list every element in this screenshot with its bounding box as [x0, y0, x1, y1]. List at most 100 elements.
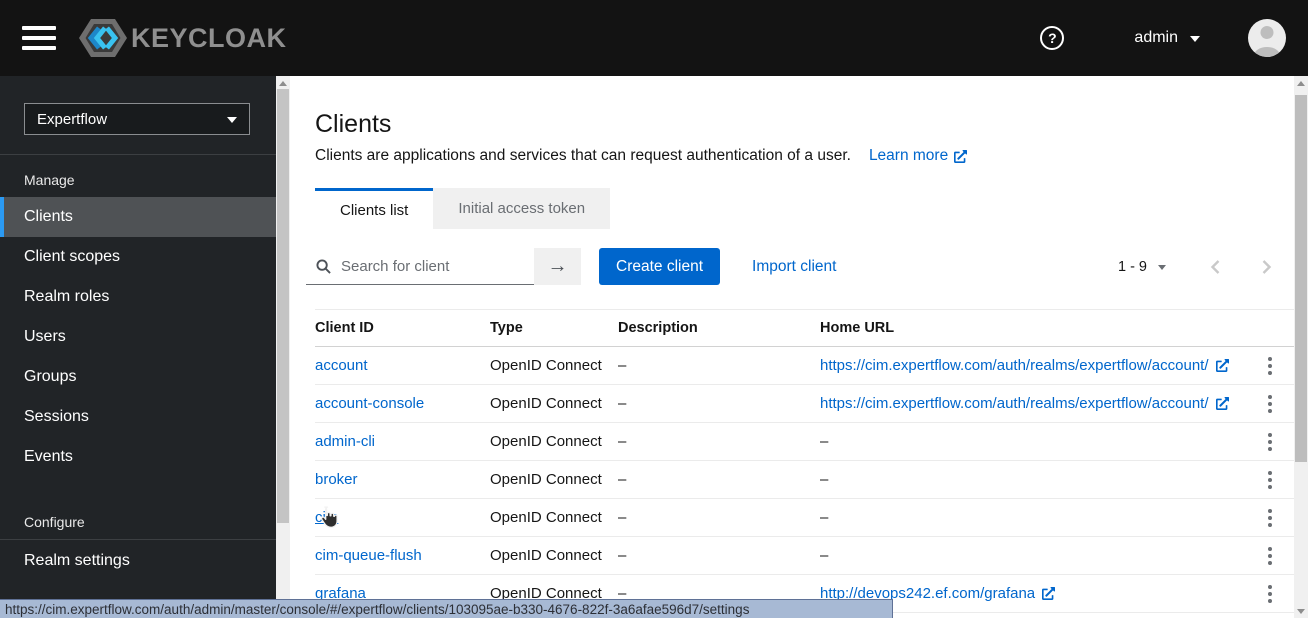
brand-text: KEYCLOAK [131, 22, 287, 53]
help-icon[interactable]: ? [1040, 26, 1065, 50]
sidebar-item-client-scopes[interactable]: Client scopes [0, 237, 276, 277]
client-id-link[interactable]: cim-queue-flush [315, 547, 422, 564]
table-row-cim-queue-flush: cim-queue-flush OpenID Connect – – [315, 537, 1294, 575]
table-row-account-console: account-console OpenID Connect – https:/… [315, 385, 1294, 423]
nav-section-manage: Manage Clients Client scopes Realm roles Us… [0, 155, 276, 477]
page-scrollbar-thumb[interactable] [1295, 95, 1307, 462]
realm-selector-value: Expertflow [37, 110, 108, 128]
client-type: OpenID Connect [490, 357, 602, 374]
pagination-prev-button[interactable] [1210, 259, 1221, 275]
table-row-cim: cim OpenID Connect – – [315, 499, 1294, 537]
sidebar-item-sessions[interactable]: Sessions [0, 397, 276, 437]
create-client-button[interactable]: Create client [599, 248, 721, 285]
table-row-broker: broker OpenID Connect – – [315, 461, 1294, 499]
external-link-icon [1215, 397, 1229, 410]
search-group: → [306, 248, 581, 285]
search-submit-button[interactable]: → [534, 248, 581, 285]
client-type: OpenID Connect [490, 509, 602, 526]
import-client-link[interactable]: Import client [752, 258, 836, 276]
user-menu-caret-icon[interactable] [1190, 35, 1200, 47]
user-menu-label[interactable]: admin [1134, 29, 1178, 47]
client-home-url: https://cim.expertflow.com/auth/realms/e… [820, 395, 1246, 412]
client-home-url: https://cim.expertflow.com/auth/realms/e… [820, 357, 1246, 374]
pagination-range-dropdown[interactable]: 1 - 9 [1118, 259, 1166, 275]
toolbar: → Create client Import client 1 - 9 [306, 248, 1294, 285]
scroll-down-icon[interactable] [1297, 609, 1305, 614]
sidebar-scrollbar-thumb[interactable] [277, 89, 289, 523]
scroll-up-icon[interactable] [1297, 81, 1305, 86]
external-link-icon [1215, 359, 1229, 372]
column-description: Description [618, 320, 698, 336]
home-url-link: – [820, 547, 829, 564]
sidebar: Expertflow Manage Clients Client scopes Re… [0, 76, 276, 618]
sidebar-divider [0, 539, 276, 540]
page-description: Clients are applications and services th… [315, 147, 851, 164]
pagination: 1 - 9 [1118, 259, 1272, 275]
page-scrollbar[interactable] [1294, 76, 1308, 618]
kebab-menu-button[interactable] [1260, 580, 1280, 608]
column-client-id: Client ID [315, 320, 374, 336]
status-bar-url: https://cim.expertflow.com/auth/admin/ma… [5, 601, 750, 617]
client-type: OpenID Connect [490, 433, 602, 450]
page-title: Clients [315, 110, 392, 138]
client-description: – [618, 395, 627, 412]
pagination-range-label: 1 - 9 [1117, 258, 1147, 275]
clients-table: Client ID Type Description Home URL acco… [315, 309, 1294, 613]
column-home-url: Home URL [820, 320, 895, 336]
keycloak-admin-console: KEYCLOAK ? admin Expertflow Manage Clien… [0, 0, 1308, 618]
client-description: – [618, 433, 627, 450]
client-id-link[interactable]: account [315, 357, 368, 374]
realm-selector-caret-icon [227, 116, 237, 128]
sidebar-item-clients[interactable]: Clients [0, 197, 276, 237]
client-id-link[interactable]: account-console [315, 395, 424, 412]
search-input[interactable] [339, 256, 524, 276]
realm-selector[interactable]: Expertflow [24, 103, 250, 135]
client-description: – [618, 547, 627, 564]
table-header: Client ID Type Description Home URL [315, 310, 1294, 347]
sidebar-item-users[interactable]: Users [0, 317, 276, 357]
kebab-menu-button[interactable] [1260, 466, 1280, 494]
masthead: KEYCLOAK ? admin [0, 0, 1308, 76]
pagination-next-button[interactable] [1261, 259, 1272, 275]
column-type: Type [490, 320, 523, 336]
keycloak-logo: KEYCLOAK [78, 16, 287, 60]
kebab-menu-button[interactable] [1260, 504, 1280, 532]
client-home-url: – [820, 547, 1246, 564]
table-row-account: account OpenID Connect – https://cim.exp… [315, 347, 1294, 385]
client-description: – [618, 471, 627, 488]
client-type: OpenID Connect [490, 395, 602, 412]
kebab-menu-button[interactable] [1260, 428, 1280, 456]
sidebar-item-events[interactable]: Events [0, 437, 276, 477]
home-url-link[interactable]: https://cim.expertflow.com/auth/realms/e… [820, 395, 1209, 412]
avatar[interactable] [1248, 19, 1286, 57]
home-url-link[interactable]: https://cim.expertflow.com/auth/realms/e… [820, 357, 1209, 374]
client-type: OpenID Connect [490, 547, 602, 564]
client-id-link[interactable]: cim [315, 509, 338, 526]
pagination-caret-icon [1158, 265, 1166, 274]
sidebar-item-realm-roles[interactable]: Realm roles [0, 277, 276, 317]
client-id-link[interactable]: admin-cli [315, 433, 375, 450]
client-type: OpenID Connect [490, 471, 602, 488]
client-id-link[interactable]: broker [315, 471, 358, 488]
sidebar-item-groups[interactable]: Groups [0, 357, 276, 397]
kebab-menu-button[interactable] [1260, 390, 1280, 418]
tab-clients-list[interactable]: Clients list [315, 188, 434, 229]
kebab-menu-button[interactable] [1260, 542, 1280, 570]
learn-more-link[interactable]: Learn more [869, 147, 968, 165]
tab-initial-access-token[interactable]: Initial access token [433, 188, 611, 229]
client-description: – [618, 509, 627, 526]
hamburger-menu-button[interactable] [22, 26, 56, 50]
kebab-menu-button[interactable] [1260, 352, 1280, 380]
sidebar-scrollbar[interactable] [276, 76, 290, 618]
tabs: Clients list Initial access token [315, 188, 1294, 229]
home-url-link: – [820, 509, 829, 526]
keycloak-logo-icon [78, 16, 128, 60]
nav-section-label: Manage [24, 172, 75, 188]
client-home-url: – [820, 433, 1246, 450]
sidebar-item-realm-settings[interactable]: Realm settings [0, 541, 276, 581]
search-box [306, 248, 534, 285]
client-home-url: – [820, 509, 1246, 526]
nav-section-label: Configure [24, 514, 85, 530]
search-icon [316, 258, 331, 274]
scroll-up-icon[interactable] [279, 81, 287, 86]
